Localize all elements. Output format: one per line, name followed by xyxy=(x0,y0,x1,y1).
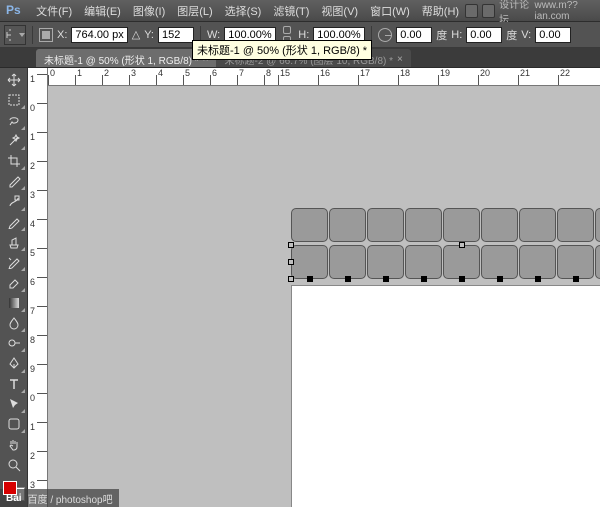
separator xyxy=(32,26,33,44)
skew-h-input[interactable]: 0.00 xyxy=(466,27,502,43)
anchor-point[interactable] xyxy=(345,276,351,282)
x-input[interactable]: 764.00 px xyxy=(71,27,127,43)
rounded-rect-shape[interactable] xyxy=(557,245,594,279)
rounded-rect-shape[interactable] xyxy=(367,245,404,279)
angle-input[interactable]: 0.00 xyxy=(396,27,432,43)
rounded-rect-shape[interactable] xyxy=(595,245,600,279)
menu-select[interactable]: 选择(S) xyxy=(219,0,268,22)
rounded-rect-shape[interactable] xyxy=(367,208,404,242)
canvas-pasteboard xyxy=(48,86,600,507)
rounded-rect-shape[interactable] xyxy=(291,208,328,242)
menu-file[interactable]: 文件(F) xyxy=(30,0,78,22)
angle-icon xyxy=(378,28,392,42)
toolbox xyxy=(0,68,28,507)
skew-h-label: H: xyxy=(451,29,462,41)
angle-unit: 度 xyxy=(436,27,447,43)
hand-tool-icon[interactable] xyxy=(2,434,26,454)
rounded-rect-shape[interactable] xyxy=(291,245,328,279)
h-label: H: xyxy=(298,29,309,41)
lasso-tool-icon[interactable] xyxy=(2,110,26,130)
magic-wand-tool-icon[interactable] xyxy=(2,131,26,151)
rounded-rect-shape[interactable] xyxy=(329,245,366,279)
ruler-horizontal[interactable]: 0123456781516171819202122 xyxy=(48,68,600,86)
document-canvas[interactable] xyxy=(292,286,600,507)
current-tool-preset[interactable] xyxy=(4,25,26,45)
menu-help[interactable]: 帮助(H) xyxy=(416,0,465,22)
skew-v-label: V: xyxy=(521,29,531,41)
title-tooltip: 未标题-1 @ 50% (形状 1, RGB/8) * xyxy=(192,40,372,60)
rounded-rect-shape[interactable] xyxy=(519,245,556,279)
transform-handle[interactable] xyxy=(288,242,294,248)
shape-row-1 xyxy=(291,208,600,242)
transform-handle[interactable] xyxy=(459,242,465,248)
document-viewport[interactable]: 0123456781516171819202122 10123456789012… xyxy=(28,68,600,507)
delta-icon[interactable]: △ xyxy=(132,28,140,41)
clone-stamp-tool-icon[interactable] xyxy=(2,232,26,252)
healing-brush-tool-icon[interactable] xyxy=(2,191,26,211)
rounded-rect-shape[interactable] xyxy=(443,208,480,242)
anchor-point[interactable] xyxy=(497,276,503,282)
w-label: W: xyxy=(207,29,220,41)
watermark-text: 百度 / photoshop吧 xyxy=(28,491,113,506)
menu-bar: Ps 文件(F) 编辑(E) 图像(I) 图层(L) 选择(S) 滤镜(T) 视… xyxy=(0,0,600,22)
eyedropper-tool-icon[interactable] xyxy=(2,171,26,191)
menu-filter[interactable]: 滤镜(T) xyxy=(267,0,315,22)
main-area: 0123456781516171819202122 10123456789012… xyxy=(0,68,600,507)
y-input[interactable]: 152 xyxy=(158,27,194,43)
zoom-tool-icon[interactable] xyxy=(2,454,26,474)
rounded-rect-shape[interactable] xyxy=(443,245,480,279)
menu-image[interactable]: 图像(I) xyxy=(127,0,171,22)
transform-handle[interactable] xyxy=(288,259,294,265)
rounded-rect-shape[interactable] xyxy=(595,208,600,242)
site-label: www.m??ian.com xyxy=(534,0,596,22)
anchor-point[interactable] xyxy=(307,276,313,282)
doc-tab-label: 未标题-1 @ 50% (形状 1, RGB/8) * xyxy=(44,52,199,67)
x-label: X: xyxy=(57,29,67,41)
brush-tool-icon[interactable] xyxy=(2,212,26,232)
close-icon[interactable]: × xyxy=(397,54,403,65)
ruler-vertical[interactable]: 101234567890123 xyxy=(28,68,48,507)
anchor-point[interactable] xyxy=(421,276,427,282)
menu-view[interactable]: 视图(V) xyxy=(315,0,364,22)
rounded-rect-shape[interactable] xyxy=(405,245,442,279)
skew-v-input[interactable]: 0.00 xyxy=(535,27,571,43)
document-tab-active[interactable]: 未标题-1 @ 50% (形状 1, RGB/8) * × xyxy=(36,49,216,67)
transform-tool-icon xyxy=(5,28,11,42)
transform-handle[interactable] xyxy=(288,276,294,282)
pen-tool-icon[interactable] xyxy=(2,353,26,373)
menu-edit[interactable]: 编辑(E) xyxy=(78,0,127,22)
history-brush-tool-icon[interactable] xyxy=(2,252,26,272)
rounded-rect-shape[interactable] xyxy=(329,208,366,242)
menu-layer[interactable]: 图层(L) xyxy=(171,0,218,22)
rounded-rect-shape[interactable] xyxy=(519,208,556,242)
shape-row-2-selected[interactable] xyxy=(291,245,600,279)
reference-point-icon[interactable] xyxy=(39,28,53,42)
blur-tool-icon[interactable] xyxy=(2,313,26,333)
anchor-point[interactable] xyxy=(573,276,579,282)
move-tool-icon[interactable] xyxy=(2,70,26,90)
foreground-color-swatch[interactable] xyxy=(3,481,17,495)
type-tool-icon[interactable] xyxy=(2,374,26,394)
marquee-tool-icon[interactable] xyxy=(2,90,26,110)
extension-icon[interactable] xyxy=(482,4,495,18)
eraser-tool-icon[interactable] xyxy=(2,272,26,292)
anchor-point[interactable] xyxy=(535,276,541,282)
workspace-icon[interactable] xyxy=(465,4,478,18)
watermark-bar: Bai 百度 / photoshop吧 xyxy=(0,489,119,507)
rounded-rect-shape[interactable] xyxy=(481,245,518,279)
shape-tool-icon[interactable] xyxy=(2,414,26,434)
rounded-rect-shape[interactable] xyxy=(405,208,442,242)
skew-h-unit: 度 xyxy=(506,27,517,43)
dodge-tool-icon[interactable] xyxy=(2,333,26,353)
rounded-rect-shape[interactable] xyxy=(481,208,518,242)
anchor-point[interactable] xyxy=(459,276,465,282)
gradient-tool-icon[interactable] xyxy=(2,293,26,313)
y-label: Y: xyxy=(144,29,154,41)
crop-tool-icon[interactable] xyxy=(2,151,26,171)
rounded-rect-shape[interactable] xyxy=(557,208,594,242)
app-logo: Ps xyxy=(6,3,22,19)
path-selection-tool-icon[interactable] xyxy=(2,394,26,414)
anchor-point[interactable] xyxy=(383,276,389,282)
menu-window[interactable]: 窗口(W) xyxy=(364,0,416,22)
